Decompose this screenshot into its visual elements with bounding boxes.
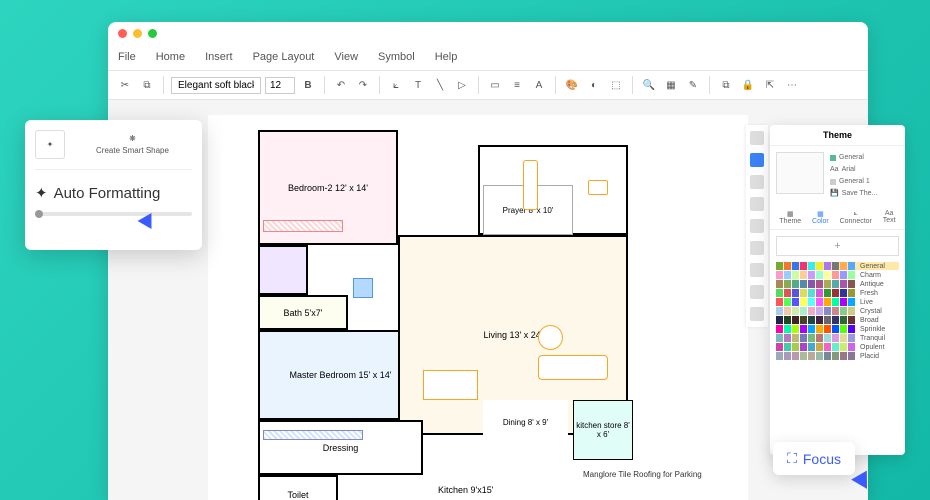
connector-icon[interactable]: ⟀ [387, 76, 405, 94]
close-icon[interactable] [118, 29, 127, 38]
menu-help[interactable]: Help [435, 51, 458, 63]
font-icon[interactable]: A [530, 76, 548, 94]
sidebar-style-icon[interactable] [750, 175, 764, 189]
palette-fresh[interactable]: Fresh [776, 289, 899, 297]
palette-crystal[interactable]: Crystal [776, 307, 899, 315]
furniture-sofa[interactable] [523, 160, 538, 210]
theme-panel: Theme General AaArial General 1 💾Save Th… [770, 125, 905, 455]
layers-icon[interactable]: ⧉ [717, 76, 735, 94]
legend-arial: Arial [842, 164, 856, 176]
sidebar-layers-icon[interactable] [750, 197, 764, 211]
sidebar-page-icon[interactable] [750, 219, 764, 233]
add-theme-button[interactable]: + [776, 236, 899, 256]
toolbar: ✂ ⧉ B ↶ ↷ ⟀ T ╲ ▷ ▭ ≡ A 🎨 ◐ ⬚ 🔍 ▦ ✎ ⧉ 🔒 … [108, 70, 868, 100]
size-select[interactable] [265, 77, 295, 94]
label-kitchen: Kitchen 9'x15' [438, 485, 493, 495]
eyedropper-icon[interactable]: ◐ [585, 76, 603, 94]
sidebar-magic-icon[interactable] [750, 285, 764, 299]
auto-format-label: ✦Auto Formatting [35, 184, 192, 202]
text-icon[interactable]: T [409, 76, 427, 94]
sidebar-collapse-icon[interactable] [750, 131, 764, 145]
font-select[interactable] [171, 77, 261, 94]
focus-button[interactable]: ⛶ Focus [773, 442, 855, 475]
floorplan: Bedroom-2 12' x 14' Study Prayer 8' x 10… [258, 130, 728, 500]
search-icon[interactable]: 🔍 [640, 76, 658, 94]
menu-home[interactable]: Home [156, 51, 185, 63]
pointer-icon[interactable]: ▷ [453, 76, 471, 94]
auto-format-slider[interactable] [35, 212, 192, 216]
align-icon[interactable]: ≡ [508, 76, 526, 94]
theme-title: Theme [770, 125, 905, 146]
cut-icon[interactable]: ✂ [116, 76, 134, 94]
menu-symbol[interactable]: Symbol [378, 51, 415, 63]
theme-tabs: ▦Theme ▦Color ⟀Connector AaText [770, 206, 905, 230]
export-icon[interactable]: ⇱ [761, 76, 779, 94]
room-dressing[interactable]: Dressing [258, 420, 423, 475]
bold-icon[interactable]: B [299, 76, 317, 94]
tab-color[interactable]: ▦Color [812, 210, 829, 225]
copy-icon[interactable]: ⧉ [138, 76, 156, 94]
palette-opulent[interactable]: Opulent [776, 343, 899, 351]
sidebar-history-icon[interactable] [750, 263, 764, 277]
theme-preview: General AaArial General 1 💾Save The... [770, 146, 905, 206]
palette-sprinkle[interactable]: Sprinkle [776, 325, 899, 333]
tab-text[interactable]: AaText [883, 210, 896, 225]
undo-icon[interactable]: ↶ [332, 76, 350, 94]
palette-general[interactable]: General [776, 262, 899, 270]
redo-icon[interactable]: ↷ [354, 76, 372, 94]
room-toilet[interactable]: Toilet [258, 475, 338, 500]
fill-icon[interactable]: 🎨 [563, 76, 581, 94]
room-dining[interactable]: Dining 8' x 9' [483, 400, 568, 445]
titlebar [108, 22, 868, 44]
grid-icon[interactable]: ▦ [662, 76, 680, 94]
menu-view[interactable]: View [334, 51, 358, 63]
counter-1[interactable] [263, 220, 343, 232]
legend-save[interactable]: Save The... [842, 188, 878, 200]
menu-page-layout[interactable]: Page Layout [253, 51, 315, 63]
line-icon[interactable]: ╲ [431, 76, 449, 94]
palette-list: GeneralCharmAntiqueFreshLiveCrystalBroad… [770, 262, 905, 361]
lock-icon[interactable]: 🔒 [739, 76, 757, 94]
sidebar-image-icon[interactable] [750, 241, 764, 255]
shape-icon[interactable]: ▭ [486, 76, 504, 94]
palette-broad[interactable]: Broad [776, 316, 899, 324]
sidebar-theme-icon[interactable] [750, 153, 764, 167]
palette-antique[interactable]: Antique [776, 280, 899, 288]
create-smart-shape-button[interactable]: ❋ Create Smart Shape [73, 130, 192, 159]
tab-theme[interactable]: ▦Theme [779, 210, 801, 225]
palette-charm[interactable]: Charm [776, 271, 899, 279]
room-bath1[interactable] [258, 245, 308, 295]
sidebar-settings-icon[interactable] [750, 307, 764, 321]
more-icon[interactable]: ⋯ [783, 76, 801, 94]
room-bath2[interactable]: Bath 5'x7' [258, 295, 348, 330]
palette-placid[interactable]: Placid [776, 352, 899, 360]
legend-general1: General 1 [839, 176, 870, 188]
menubar: File Home Insert Page Layout View Symbol… [108, 44, 868, 70]
label-manglore: Manglore Tile Roofing for Parking [583, 470, 702, 479]
room-kitchen-store[interactable]: kitchen store 8' x 6' [573, 400, 633, 460]
maximize-icon[interactable] [148, 29, 157, 38]
furniture-dining-table[interactable] [423, 370, 478, 400]
furniture-table[interactable] [538, 325, 563, 350]
furniture-chair[interactable] [588, 180, 608, 195]
sink[interactable] [353, 278, 373, 298]
minimize-icon[interactable] [133, 29, 142, 38]
crop-icon[interactable]: ⬚ [607, 76, 625, 94]
tab-connector[interactable]: ⟀Connector [840, 210, 872, 225]
menu-insert[interactable]: Insert [205, 51, 233, 63]
menu-file[interactable]: File [118, 51, 136, 63]
sparkle-button[interactable]: ✦ [35, 130, 65, 159]
palette-tranquil[interactable]: Tranquil [776, 334, 899, 342]
right-sidebar [746, 125, 768, 327]
legend-general: General [839, 152, 864, 164]
counter-2[interactable] [263, 430, 363, 440]
theme-diagram-preview[interactable] [776, 152, 824, 194]
pen-icon[interactable]: ✎ [684, 76, 702, 94]
palette-live[interactable]: Live [776, 298, 899, 306]
theme-legend: General AaArial General 1 💾Save The... [830, 152, 899, 200]
focus-icon: ⛶ [787, 450, 797, 467]
auto-format-popup: ✦ ❋ Create Smart Shape ✦Auto Formatting [25, 120, 202, 250]
furniture-sofa-large[interactable] [538, 355, 608, 380]
paper: 30 ft Bedroom-2 12' x 14' Study Prayer 8… [208, 115, 748, 500]
